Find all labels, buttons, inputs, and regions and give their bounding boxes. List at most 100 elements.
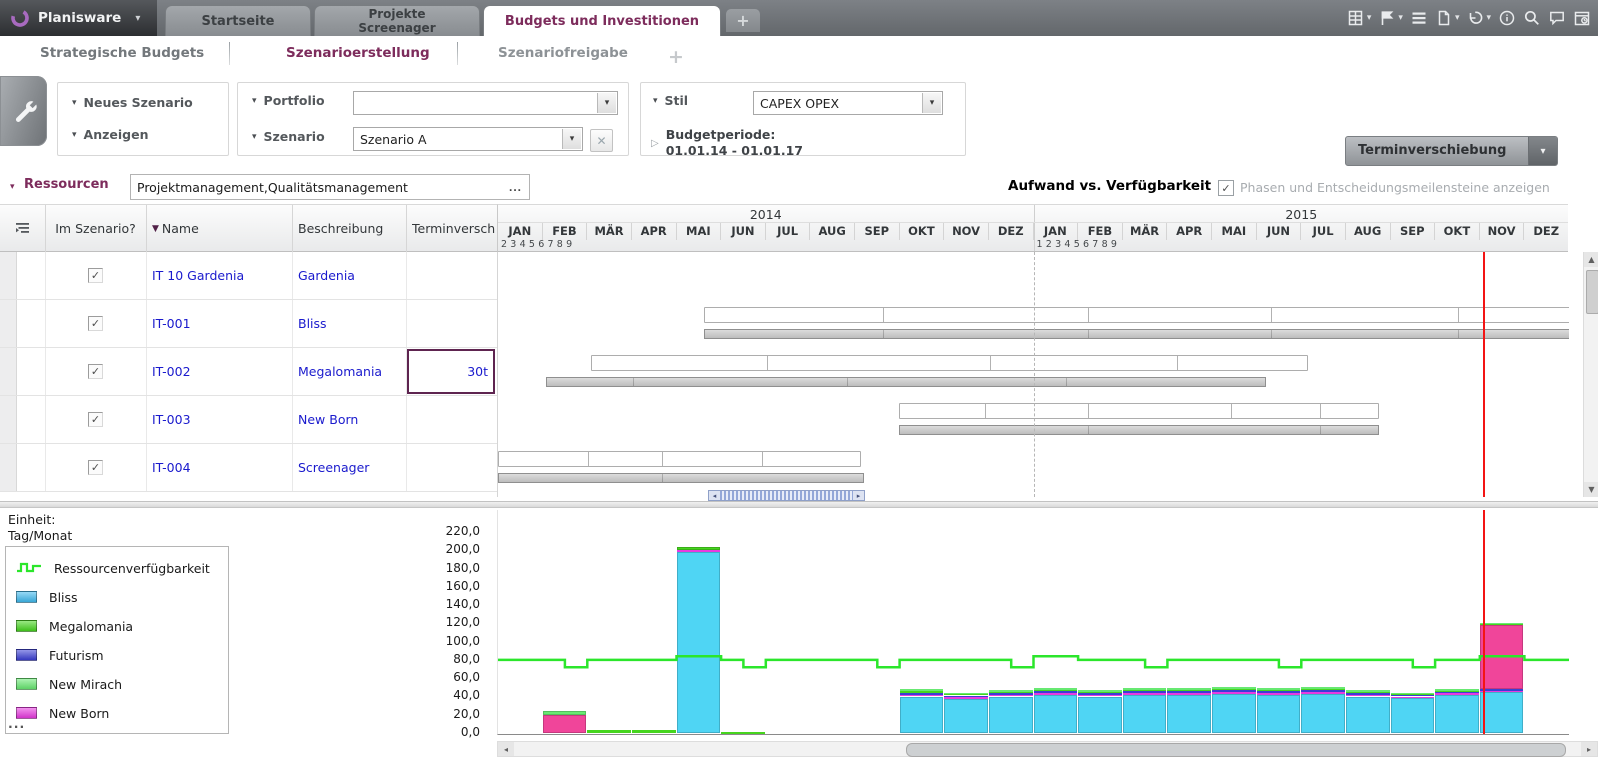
timeline-month-cell[interactable]: MÄR	[587, 223, 632, 240]
timeline-month-cell[interactable]: MÄR	[1123, 223, 1168, 240]
column-header-beschreibung[interactable]: Beschreibung	[298, 205, 404, 252]
timeline-month-cell[interactable]: JAN	[498, 223, 543, 240]
subtab-szenariofreigabe[interactable]: Szenariofreigabe	[498, 45, 628, 61]
terminverschiebung-button[interactable]: Terminverschiebung ▾	[1345, 136, 1558, 166]
tab-startseite[interactable]: Startseite	[165, 5, 311, 36]
panel-splitter[interactable]	[0, 501, 1598, 508]
settings-tool-block[interactable]	[0, 76, 47, 146]
#5cd52c[interactable]	[590, 355, 1308, 371]
timeline-month-cell[interactable]: AUG	[810, 223, 855, 240]
timeline-month-cell[interactable]: OKT	[900, 223, 945, 240]
timeline-month-cell[interactable]: SEP	[855, 223, 900, 240]
row-handle[interactable]	[0, 444, 17, 491]
table-row[interactable]: ✓ IT 10 Gardenia Gardenia	[0, 252, 497, 300]
scroll-right-arrow[interactable]: ▸	[1581, 742, 1597, 756]
timeline-month-cell[interactable]: NOV	[1480, 223, 1525, 240]
scroll-down-arrow[interactable]: ▼	[1584, 482, 1598, 497]
scroll-up-arrow[interactable]: ▲	[1584, 252, 1598, 267]
project-description-link[interactable]: Megalomania	[298, 364, 382, 379]
tab-projekte-screenager[interactable]: Projekte Screenager	[314, 5, 480, 36]
tab-budgets-und-investitionen[interactable]: Budgets und Investitionen	[483, 5, 721, 36]
new-document-icon[interactable]: ▾	[1434, 7, 1461, 29]
row-checkbox[interactable]: ✓	[88, 268, 103, 283]
list-icon[interactable]	[1409, 7, 1429, 29]
stil-select[interactable]: CAPEX OPEX ▾	[753, 91, 943, 115]
timeline-month-cell[interactable]: DEZ	[1524, 223, 1568, 240]
resource-picker-button[interactable]: ...	[503, 176, 527, 197]
legend-item-new-born[interactable]: New Born	[16, 702, 109, 724]
timeline-month-cell[interactable]: JUN	[721, 223, 766, 240]
#3aa8ec[interactable]	[704, 307, 1569, 323]
project-name-link[interactable]: IT 10 Gardenia	[152, 268, 244, 283]
timeline-month-cell[interactable]: APR	[1167, 223, 1212, 240]
chart-h-scrollbar[interactable]: ◂ ▸	[497, 741, 1598, 757]
add-tab-button[interactable]: +	[726, 9, 760, 32]
gantt-v-scrollbar[interactable]: ▲ ▼	[1583, 252, 1598, 497]
add-subtab-button[interactable]: +	[668, 46, 684, 68]
timeline-month-cell[interactable]: JUL	[766, 223, 811, 240]
app-menu[interactable]: Planisware ▾	[0, 0, 157, 36]
row-checkbox[interactable]: ✓	[88, 460, 103, 475]
clear-szenario-button[interactable]: ✕	[590, 129, 613, 152]
ressourcen-label[interactable]: Ressourcen	[24, 177, 109, 192]
info-icon[interactable]	[1497, 7, 1517, 29]
timeline-month-cell[interactable]: OKT	[1435, 223, 1480, 240]
column-header-name[interactable]: ▼ Name	[152, 205, 290, 252]
project-name-link[interactable]: IT-003	[152, 412, 191, 427]
legend-item-ressourcenverfügbarkeit[interactable]: Ressourcenverfügbarkeit	[16, 557, 210, 579]
legend-item-megalomania[interactable]: Megalomania	[16, 615, 133, 637]
legend-item-new-mirach[interactable]: New Mirach	[16, 673, 122, 695]
row-handle[interactable]	[0, 252, 17, 299]
szenario-menu[interactable]: ▾ Szenario	[252, 129, 325, 144]
project-description-link[interactable]: Gardenia	[298, 268, 355, 283]
subtab-strategische-budgets[interactable]: Strategische Budgets	[40, 45, 204, 61]
scroll-right-arrow[interactable]: ▸	[853, 491, 864, 500]
column-header-im-szenario[interactable]: Im Szenario?	[45, 205, 146, 252]
timeline-month-cell[interactable]: AUG	[1346, 223, 1391, 240]
timeline-month-cell[interactable]: MAI	[1212, 223, 1257, 240]
scrollbar-thumb[interactable]	[720, 491, 853, 500]
legend-more-indicator[interactable]: ...	[8, 716, 25, 731]
subtab-szenarioerstellung[interactable]: Szenarioerstellung	[286, 45, 430, 61]
scrollbar-thumb[interactable]	[1586, 270, 1598, 314]
scrollbar-thumb[interactable]	[906, 743, 1566, 757]
gantt-h-scrollbar[interactable]: ◂ ▸	[708, 490, 865, 501]
table-row[interactable]: ✓ IT-003 New Born	[0, 396, 497, 444]
szenario-select[interactable]: Szenario A ▾	[353, 127, 583, 151]
project-name-link[interactable]: IT-001	[152, 316, 191, 331]
budgetperiode-expander[interactable]: ▷ Budgetperiode: 01.01.14 - 01.01.17	[651, 127, 803, 159]
flag-icon[interactable]: ▾	[1377, 7, 1404, 29]
row-handle[interactable]	[0, 348, 17, 395]
time-machine-icon[interactable]	[1572, 7, 1592, 29]
table-row[interactable]: ✓ IT-004 Screenager	[0, 444, 497, 492]
timeline-month-cell[interactable]: JUN	[1257, 223, 1302, 240]
row-handle[interactable]	[0, 396, 17, 443]
#ef3a99[interactable]	[498, 451, 861, 467]
neues-szenario-menu[interactable]: ▾ Neues Szenario	[72, 95, 193, 110]
project-description-link[interactable]: New Born	[298, 412, 358, 427]
timeline-month-cell[interactable]: JUL	[1301, 223, 1346, 240]
feedback-icon[interactable]	[1547, 7, 1567, 29]
zoom-icon[interactable]	[1522, 7, 1542, 29]
anzeigen-menu[interactable]: ▾ Anzeigen	[72, 127, 148, 142]
legend-item-bliss[interactable]: Bliss	[16, 586, 78, 608]
ressourcen-input[interactable]	[130, 174, 530, 200]
stil-menu[interactable]: ▾ Stil	[653, 93, 688, 108]
project-name-link[interactable]: IT-004	[152, 460, 191, 475]
timeline-month-cell[interactable]: SEP	[1391, 223, 1436, 240]
table-row[interactable]: ✓ IT-001 Bliss	[0, 300, 497, 348]
legend-item-futurism[interactable]: Futurism	[16, 644, 104, 666]
row-checkbox[interactable]: ✓	[88, 412, 103, 427]
hierarchy-levels-button[interactable]	[0, 205, 45, 252]
timeline-month-cell[interactable]: APR	[632, 223, 677, 240]
project-description-link[interactable]: Screenager	[298, 460, 369, 475]
project-description-link[interactable]: Bliss	[298, 316, 327, 331]
table-row[interactable]: ✓ IT-002 Megalomania 30t	[0, 348, 497, 396]
timeline-month-cell[interactable]: DEZ	[989, 223, 1034, 240]
scroll-left-arrow[interactable]: ◂	[498, 742, 514, 756]
row-checkbox[interactable]: ✓	[88, 316, 103, 331]
portfolio-menu[interactable]: ▾ Portfolio	[252, 93, 325, 108]
#e13ce1[interactable]	[898, 403, 1379, 419]
timeline-month-cell[interactable]: NOV	[944, 223, 989, 240]
row-checkbox[interactable]: ✓	[88, 364, 103, 379]
